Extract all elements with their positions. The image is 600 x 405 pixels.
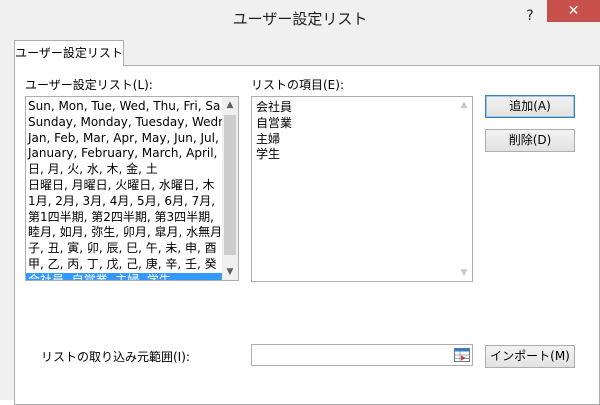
tab-panel: ユーザー設定リスト(L): Sun, Mon, Tue, Wed, Thu, F… <box>14 65 600 405</box>
help-button[interactable]: ? <box>520 6 540 26</box>
import-range-label: リストの取り込み元範囲(I): <box>41 350 190 364</box>
window-title: ユーザー設定リスト <box>232 10 368 28</box>
import-range-input[interactable] <box>252 345 448 365</box>
delete-button[interactable]: 削除(D) <box>485 129 575 152</box>
scroll-down-arrow-icon[interactable]: ▼ <box>222 264 238 280</box>
import-range-field <box>251 344 473 366</box>
custom-list-item[interactable]: January, February, March, April, <box>26 146 224 162</box>
custom-list-item[interactable]: 子, 丑, 寅, 卯, 辰, 巳, 午, 未, 申, 酉 <box>26 241 224 257</box>
entries-scroll-down-icon[interactable]: ▼ <box>456 265 472 281</box>
custom-list-item[interactable]: Jan, Feb, Mar, Apr, May, Jun, Jul, <box>26 131 224 147</box>
custom-list-item[interactable]: 日, 月, 火, 水, 木, 金, 土 <box>26 162 224 178</box>
list-entry-line: 主婦 <box>256 131 281 146</box>
list-entry-line: 自営業 <box>256 115 293 130</box>
custom-list-item[interactable]: Sunday, Monday, Tuesday, Wedn <box>26 115 224 131</box>
custom-lists-listbox[interactable]: Sun, Mon, Tue, Wed, Thu, Fri, Sa Sunday, … <box>25 96 239 281</box>
range-select-icon[interactable] <box>453 346 471 364</box>
list-entries-scrollbar[interactable]: ▲ ▼ <box>456 97 472 281</box>
close-button[interactable]: ✕ <box>547 0 600 22</box>
custom-list-item[interactable]: 第1四半期, 第2四半期, 第3四半期, <box>26 210 224 226</box>
tab-custom-lists[interactable]: ユーザー設定リスト <box>14 40 124 66</box>
entries-scroll-up-icon[interactable]: ▲ <box>456 97 472 113</box>
custom-list-item[interactable]: 睦月, 如月, 弥生, 卯月, 皐月, 水無月 <box>26 225 224 241</box>
title-bar: ユーザー設定リスト ? ✕ <box>0 0 600 34</box>
custom-list-item[interactable]: 日曜日, 月曜日, 火曜日, 水曜日, 木 <box>26 178 224 194</box>
custom-lists-scrollbar[interactable]: ▲ ▼ <box>222 97 238 280</box>
scrollbar-thumb[interactable] <box>224 115 236 255</box>
custom-list-item[interactable]: Sun, Mon, Tue, Wed, Thu, Fri, Sa <box>26 99 224 115</box>
custom-list-item[interactable]: 会社員, 自営業, 主婦, 学生 <box>26 272 224 280</box>
custom-list-item[interactable]: 1月, 2月, 3月, 4月, 5月, 6月, 7月, <box>26 194 224 210</box>
custom-lists-items: Sun, Mon, Tue, Wed, Thu, Fri, Sa Sunday, … <box>26 99 224 280</box>
custom-lists-label: ユーザー設定リスト(L): <box>25 78 153 92</box>
list-entry-line: 会社員 <box>256 100 293 114</box>
import-button[interactable]: インポート(M) <box>485 345 575 368</box>
add-button[interactable]: 追加(A) <box>485 95 575 118</box>
list-entries-textbox[interactable]: 会社員 自営業 主婦 学生 ▲ ▼ <box>251 96 473 282</box>
list-entries-lines: 会社員 自営業 主婦 学生 <box>252 100 452 163</box>
custom-list-item[interactable]: 甲, 乙, 丙, 丁, 戊, 己, 庚, 辛, 壬, 癸 <box>26 257 224 273</box>
list-entries-label: リストの項目(E): <box>251 78 344 92</box>
scroll-up-arrow-icon[interactable]: ▲ <box>222 97 238 113</box>
dialog-body: ユーザー設定リスト ユーザー設定リスト(L): Sun, Mon, Tue, W… <box>0 34 600 405</box>
list-entry-line: 学生 <box>256 147 281 162</box>
